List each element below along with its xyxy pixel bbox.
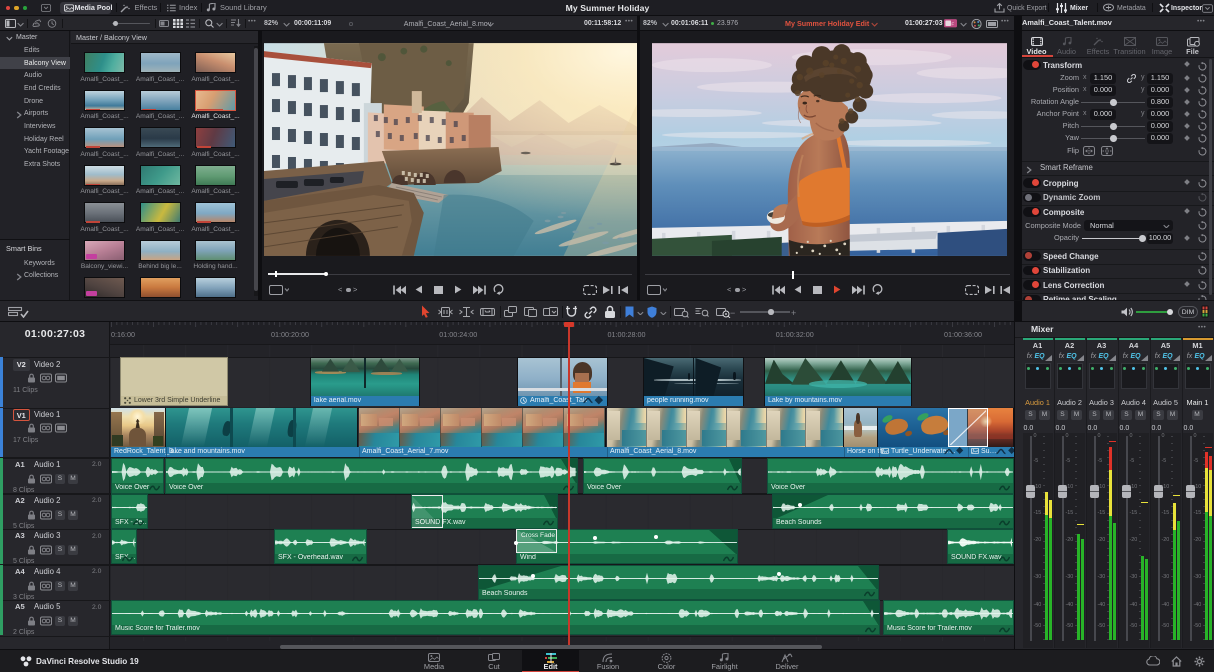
svg-text:F: F [951, 22, 954, 27]
